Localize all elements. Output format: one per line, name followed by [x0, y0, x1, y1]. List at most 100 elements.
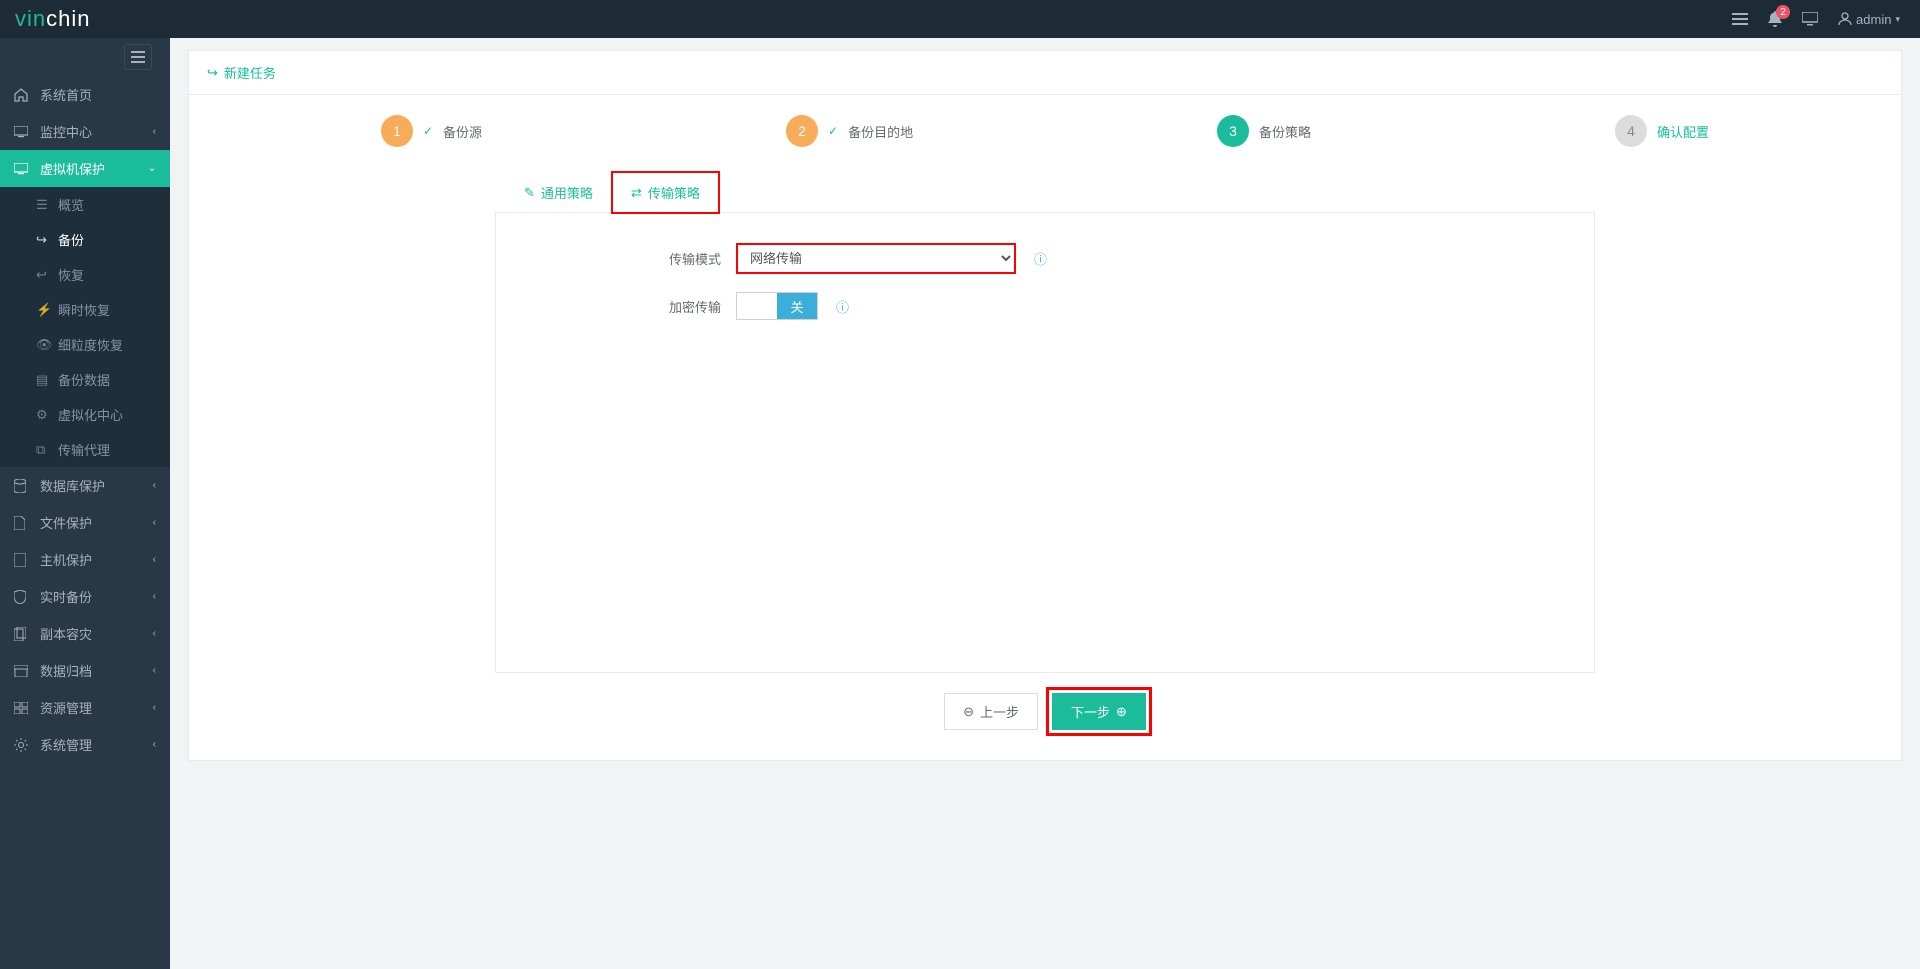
toggle-encrypt[interactable]: 关	[736, 292, 818, 320]
panel-title: 新建任务	[224, 63, 276, 82]
nav-db[interactable]: 数据库保护 ‹	[0, 467, 170, 504]
step-label: 确认配置	[1657, 122, 1709, 141]
chevron-left-icon: ‹	[153, 517, 156, 528]
sub-virtcenter[interactable]: ⚙虚拟化中心	[0, 397, 170, 432]
nav-archive[interactable]: 数据归档 ‹	[0, 652, 170, 689]
row-transfer-mode: 传输模式 网络传输 ⓘ	[536, 243, 1554, 274]
chevron-left-icon: ‹	[153, 628, 156, 639]
chevron-left-icon: ‹	[153, 739, 156, 750]
tasks-icon[interactable]	[1732, 13, 1748, 25]
chevron-left-icon: ‹	[153, 554, 156, 565]
copy-icon: ⧉	[36, 442, 50, 458]
tab-label: 通用策略	[541, 183, 593, 202]
nav-home[interactable]: 系统首页	[0, 76, 170, 113]
sidebar-toggle[interactable]	[124, 44, 152, 70]
nav-label: 数据库保护	[40, 476, 105, 495]
nav-resource[interactable]: 资源管理‹	[0, 689, 170, 726]
step-label: 备份源	[443, 122, 482, 141]
step-num: 2	[786, 115, 818, 147]
nav-host[interactable]: 主机保护‹	[0, 541, 170, 578]
step-2[interactable]: 2 ✓ 备份目的地	[786, 115, 913, 147]
shield-icon	[14, 590, 30, 604]
notif-badge: 2	[1776, 5, 1790, 19]
file-icon	[14, 516, 30, 530]
chevron-left-icon: ‹	[153, 126, 156, 137]
tab-general[interactable]: ✎ 通用策略	[505, 172, 612, 212]
toggle-handle	[737, 293, 777, 319]
undo-icon: ↩	[36, 267, 50, 283]
next-button[interactable]: 下一步 ⊕	[1052, 693, 1146, 730]
nav-realtime[interactable]: 实时备份‹	[0, 578, 170, 615]
tab-transport[interactable]: ⇄ 传输策略	[612, 172, 719, 213]
step-num: 3	[1217, 115, 1249, 147]
main-content: ↪ 新建任务 1 ✓ 备份源 2 ✓ 备份目的地 3 备份策略	[170, 38, 1920, 773]
copy-icon	[14, 627, 30, 641]
nav-system[interactable]: 系统管理 ‹	[0, 726, 170, 763]
chevron-down-icon: ⌄	[148, 163, 156, 174]
nav-label: 资源管理	[40, 698, 92, 717]
nav-vm-protect[interactable]: 虚拟机保护 ⌄	[0, 150, 170, 187]
step-1[interactable]: 1 ✓ 备份源	[381, 115, 482, 147]
brand-part1: vin	[15, 6, 46, 31]
sidebar-toggle-row	[0, 38, 170, 76]
vm-icon	[14, 163, 30, 175]
sub-nav: ☰概览 ↪ 备份 ↩恢复 ⚡瞬时恢复 👁细粒度恢复 ▤备份数据 ⚙虚拟化中心 ⧉传…	[0, 187, 170, 467]
tabs: ✎ 通用策略 ⇄ 传输策略	[495, 172, 1595, 213]
wizard-steps: 1 ✓ 备份源 2 ✓ 备份目的地 3 备份策略 4 确认配置	[229, 115, 1861, 147]
sub-data[interactable]: ▤备份数据	[0, 362, 170, 397]
monitor-icon[interactable]	[1802, 12, 1818, 26]
prev-button[interactable]: ⊖ 上一步	[944, 693, 1038, 730]
select-transfer-mode[interactable]: 网络传输	[736, 243, 1016, 274]
nav-label: 虚拟机保护	[40, 159, 105, 178]
share-icon: ↪	[36, 232, 50, 248]
sub-instant[interactable]: ⚡瞬时恢复	[0, 292, 170, 327]
user-name: admin	[1856, 12, 1891, 27]
row-encrypt: 加密传输 关 ⓘ	[536, 292, 1554, 320]
bell-icon[interactable]: 2	[1768, 11, 1782, 27]
nav-label: 文件保护	[40, 513, 92, 532]
resource-icon	[14, 702, 30, 714]
step-num: 1	[381, 115, 413, 147]
chevron-left-icon: ‹	[153, 665, 156, 676]
panel-header: ↪ 新建任务	[189, 51, 1901, 95]
step-3[interactable]: 3 备份策略	[1217, 115, 1311, 147]
tab-label: 传输策略	[648, 183, 700, 202]
chevron-left-icon: ‹	[153, 480, 156, 491]
info-icon[interactable]: ⓘ	[1034, 249, 1047, 268]
brand-part2: chin	[46, 6, 90, 31]
brand-logo: vinchin	[15, 6, 90, 32]
sub-proxy[interactable]: ⧉传输代理	[0, 432, 170, 467]
sub-overview[interactable]: ☰概览	[0, 187, 170, 222]
pencil-icon: ✎	[524, 185, 535, 201]
sub-backup[interactable]: ↪ 备份	[0, 222, 170, 257]
sub-granular[interactable]: 👁细粒度恢复	[0, 327, 170, 362]
gear-icon	[14, 738, 30, 752]
btn-label: 下一步	[1071, 702, 1110, 721]
check-icon: ✓	[828, 124, 838, 138]
user-menu[interactable]: admin ▾	[1838, 12, 1900, 27]
label-transfer-mode: 传输模式	[536, 249, 736, 268]
share-icon: ↪	[207, 65, 218, 81]
step-label: 备份目的地	[848, 122, 913, 141]
tab-content: 传输模式 网络传输 ⓘ 加密传输 关 ⓘ	[495, 213, 1595, 673]
sub-label: 备份	[58, 230, 84, 249]
sidebar: 系统首页 监控中心 ‹ 虚拟机保护 ⌄ ☰概览 ↪ 备份 ↩恢复 ⚡瞬时恢复 👁细…	[0, 38, 170, 969]
info-icon[interactable]: ⓘ	[836, 297, 849, 316]
step-4[interactable]: 4 确认配置	[1615, 115, 1709, 147]
nav-label: 系统管理	[40, 735, 92, 754]
nav-label: 监控中心	[40, 122, 92, 141]
chevron-down-icon: ▾	[1895, 14, 1900, 25]
nav-file[interactable]: 文件保护 ‹	[0, 504, 170, 541]
nav-monitor[interactable]: 监控中心 ‹	[0, 113, 170, 150]
db-icon: ▤	[36, 372, 50, 388]
list-icon: ☰	[36, 197, 50, 213]
arrow-left-icon: ⊖	[963, 704, 974, 720]
check-icon: ✓	[423, 124, 433, 138]
nav-replica[interactable]: 副本容灾‹	[0, 615, 170, 652]
archive-icon	[14, 665, 30, 677]
sub-restore[interactable]: ↩恢复	[0, 257, 170, 292]
nav-label: 实时备份	[40, 587, 92, 606]
nav-label: 数据归档	[40, 661, 92, 680]
sub-label: 虚拟化中心	[58, 405, 123, 424]
eye-icon: 👁	[36, 337, 50, 353]
